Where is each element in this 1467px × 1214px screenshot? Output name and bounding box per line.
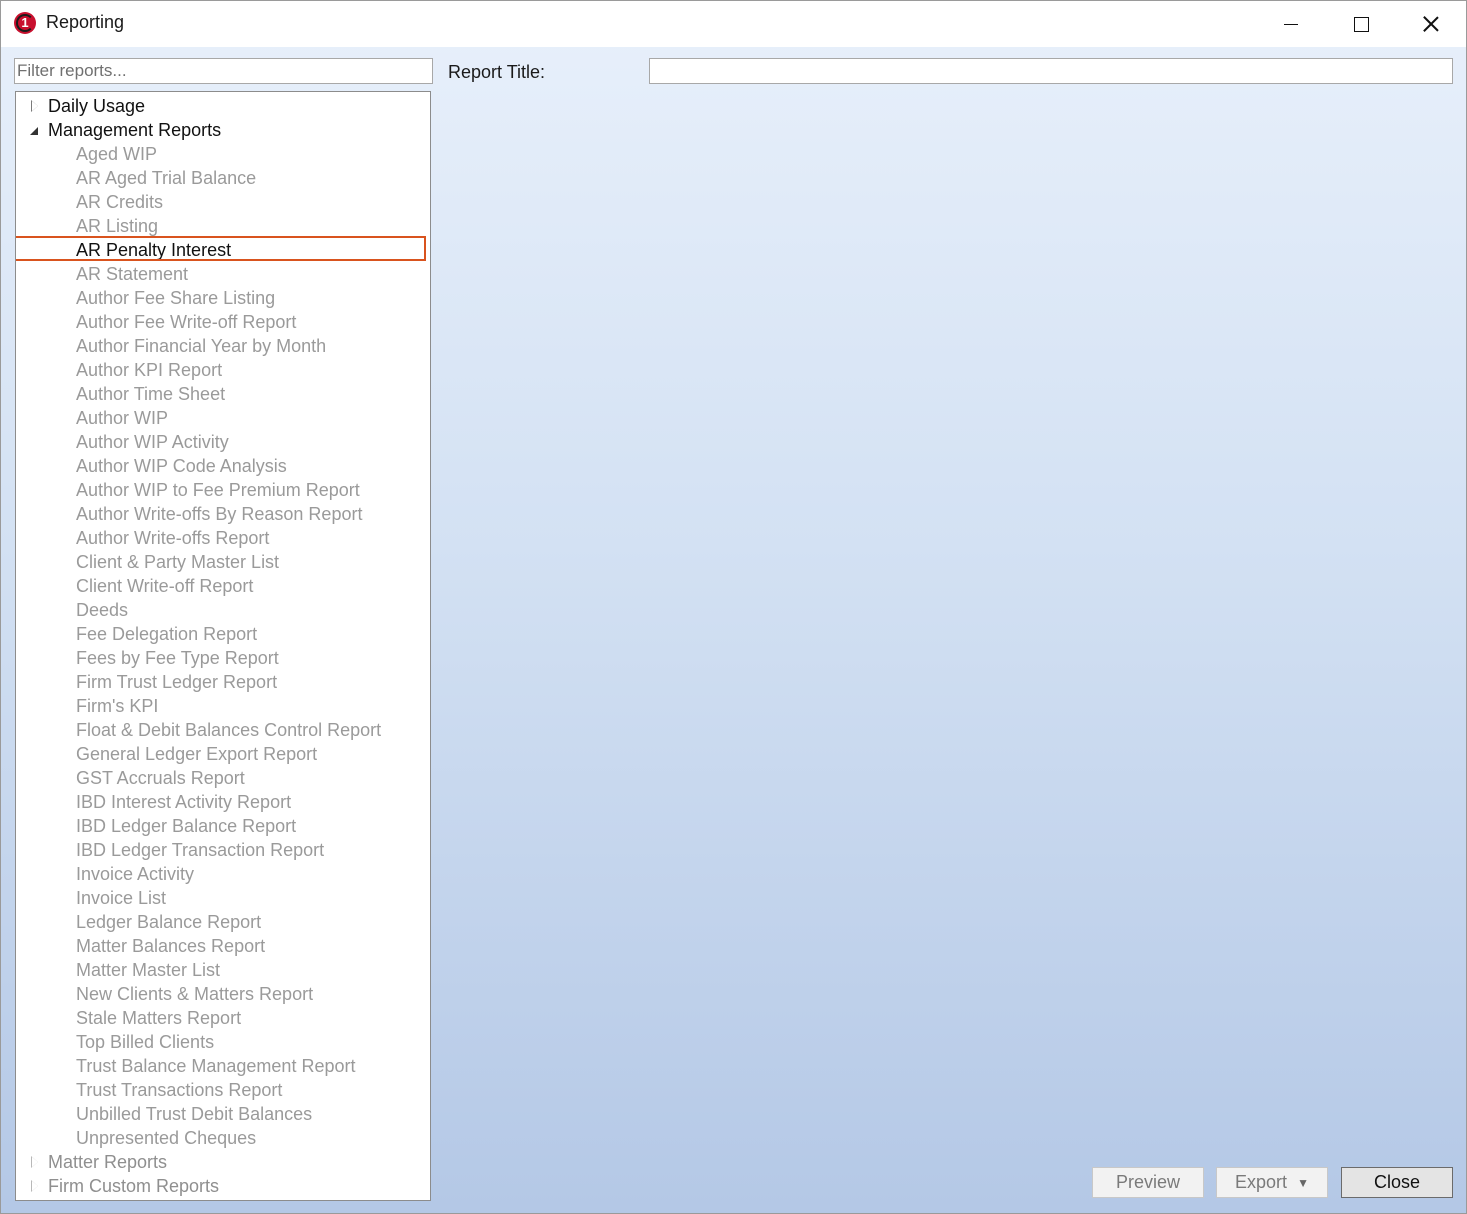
title-bar: 1 Reporting [1, 1, 1466, 47]
dropdown-arrow-icon: ▼ [1297, 1175, 1309, 1190]
close-button[interactable]: Close [1341, 1167, 1453, 1198]
tree-item[interactable]: Invoice Activity [76, 862, 194, 886]
tree-item[interactable]: Invoice List [76, 886, 166, 910]
tree-item[interactable]: AR Credits [76, 190, 163, 214]
maximize-button[interactable] [1326, 1, 1396, 47]
report-title-input[interactable] [649, 58, 1453, 84]
tree-item[interactable]: Client & Party Master List [76, 550, 279, 574]
tree-item[interactable]: Author Financial Year by Month [76, 334, 326, 358]
app-logo-icon: 1 [14, 12, 36, 34]
tree-item[interactable]: Author WIP [76, 406, 168, 430]
export-label: Export [1235, 1172, 1288, 1192]
selection-highlight [16, 236, 426, 261]
tree-item[interactable]: Fee Delegation Report [76, 622, 257, 646]
export-button[interactable]: Export ▼ [1216, 1167, 1328, 1198]
tree-item[interactable]: Float & Debit Balances Control Report [76, 718, 381, 742]
tree-item[interactable]: Deeds [76, 598, 128, 622]
tree-group-daily-usage[interactable]: Daily Usage [48, 94, 145, 118]
tree-item[interactable]: IBD Interest Activity Report [76, 790, 291, 814]
tree-item[interactable]: Trust Transactions Report [76, 1078, 282, 1102]
tree-item[interactable]: Matter Balances Report [76, 934, 265, 958]
tree-item[interactable]: Top Billed Clients [76, 1030, 214, 1054]
expand-toggle-icon[interactable] [30, 1174, 40, 1198]
filter-reports-input[interactable] [14, 58, 433, 84]
reporting-window: 1 Reporting Daily Usage Management Repor… [0, 0, 1467, 1214]
tree-item[interactable]: Unbilled Trust Debit Balances [76, 1102, 312, 1126]
tree-item[interactable]: Matter Master List [76, 958, 220, 982]
minimize-icon [1284, 23, 1298, 25]
tree-group-firm-custom-reports[interactable]: Firm Custom Reports [48, 1174, 219, 1198]
tree-item[interactable]: Stale Matters Report [76, 1006, 241, 1030]
tree-item[interactable]: Author WIP Code Analysis [76, 454, 287, 478]
tree-item[interactable]: Author Write-offs Report [76, 526, 269, 550]
tree-group-matter-reports[interactable]: Matter Reports [48, 1150, 167, 1174]
tree-item[interactable]: IBD Ledger Transaction Report [76, 838, 324, 862]
tree-group-management-reports[interactable]: Management Reports [48, 118, 221, 142]
tree-item[interactable]: New Clients & Matters Report [76, 982, 313, 1006]
preview-button[interactable]: Preview [1092, 1167, 1204, 1198]
tree-item[interactable]: Firm's KPI [76, 694, 158, 718]
maximize-icon [1353, 16, 1369, 32]
tree-item[interactable]: Author Fee Write-off Report [76, 310, 296, 334]
tree-item[interactable]: Fees by Fee Type Report [76, 646, 279, 670]
window-title: Reporting [46, 12, 125, 32]
tree-item[interactable]: IBD Ledger Balance Report [76, 814, 296, 838]
tree-item[interactable]: Unpresented Cheques [76, 1126, 256, 1150]
tree-item[interactable]: Aged WIP [76, 142, 157, 166]
close-window-button[interactable] [1396, 1, 1466, 47]
tree-item[interactable]: GST Accruals Report [76, 766, 245, 790]
tree-item[interactable]: Firm Trust Ledger Report [76, 670, 277, 694]
expand-toggle-icon[interactable] [30, 1150, 40, 1174]
expand-toggle-icon[interactable] [30, 94, 40, 118]
tree-item[interactable]: Trust Balance Management Report [76, 1054, 355, 1078]
reports-tree[interactable]: Daily Usage Management Reports Aged WIP A… [15, 91, 431, 1201]
report-title-label: Report Title: [448, 62, 546, 82]
collapse-toggle-icon[interactable] [30, 118, 40, 142]
tree-item[interactable]: AR Statement [76, 262, 188, 286]
tree-item[interactable]: Author Time Sheet [76, 382, 225, 406]
tree-item[interactable]: Author Write-offs By Reason Report [76, 502, 362, 526]
tree-item[interactable]: Author WIP to Fee Premium Report [76, 478, 360, 502]
tree-item[interactable]: Client Write-off Report [76, 574, 253, 598]
tree-item[interactable]: General Ledger Export Report [76, 742, 317, 766]
tree-item[interactable]: Author Fee Share Listing [76, 286, 275, 310]
tree-item[interactable]: AR Listing [76, 214, 158, 238]
tree-item[interactable]: Author KPI Report [76, 358, 222, 382]
minimize-button[interactable] [1256, 1, 1326, 47]
tree-item[interactable]: Author WIP Activity [76, 430, 229, 454]
close-icon [1423, 16, 1439, 32]
tree-item[interactable]: AR Aged Trial Balance [76, 166, 256, 190]
tree-item[interactable]: Ledger Balance Report [76, 910, 261, 934]
